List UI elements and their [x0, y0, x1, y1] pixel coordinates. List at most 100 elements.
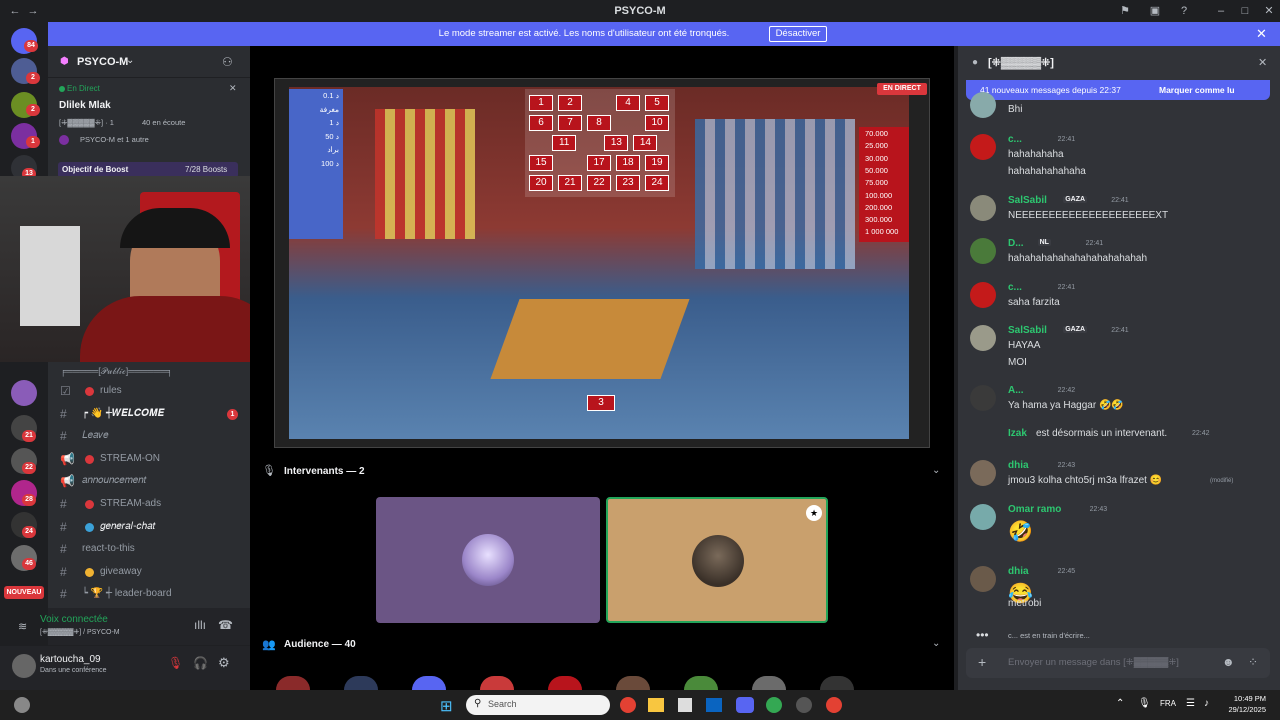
speaker-tile[interactable] [376, 497, 600, 623]
channel-item[interactable]: ☑ rules [60, 382, 240, 402]
chrome-icon[interactable] [620, 697, 636, 713]
chat-username[interactable]: c... [1008, 282, 1022, 293]
avatar[interactable] [970, 566, 996, 592]
avatar[interactable] [970, 460, 996, 486]
disconnect-icon[interactable]: ☎ [218, 618, 233, 632]
server-name: PSYCO-M [77, 56, 129, 68]
chat-username[interactable]: dhia [1008, 566, 1029, 577]
tray-chevron-icon[interactable]: ⌃ [1116, 698, 1124, 709]
collapse-icon[interactable]: ⌄ [932, 638, 940, 649]
mute-mic-icon[interactable]: 🎙 [168, 656, 183, 670]
close-chat-icon[interactable]: ✕ [1258, 56, 1267, 69]
minimize-icon[interactable]: – [1214, 4, 1228, 18]
clock-time[interactable]: 10:49 PM [1224, 694, 1266, 703]
message-input[interactable]: + Envoyer un message dans [⁜▓▓▓▓▓⁜] ☻ ⁘ [966, 648, 1270, 678]
avatar[interactable] [970, 92, 996, 118]
speaker-tile[interactable]: ★ [606, 497, 828, 623]
avatar[interactable] [12, 654, 36, 678]
language-indicator[interactable]: FRA [1160, 699, 1176, 708]
wifi-icon[interactable]: ☰ [1186, 698, 1195, 709]
help-icon[interactable]: ? [1177, 4, 1191, 18]
chat-username[interactable]: Omar ramo [1008, 504, 1061, 515]
chat-username[interactable]: c... [1008, 134, 1022, 145]
widgets-icon[interactable] [14, 697, 30, 713]
store-icon[interactable] [678, 698, 692, 712]
emoji-icon[interactable]: ☻ [1222, 655, 1235, 669]
channel-item[interactable]: # ┕ 🏆 ┽ leader-board [60, 585, 240, 605]
settings-gear-icon[interactable]: ⚙ [218, 655, 230, 671]
channel-label: rules [100, 385, 122, 396]
banner-message: Le mode streamer est activé. Les noms d'… [438, 28, 730, 39]
avatar[interactable] [970, 504, 996, 530]
chat-username[interactable]: Izak [1008, 428, 1027, 439]
inbox-icon[interactable]: ⚑ [1118, 4, 1132, 18]
chat-username[interactable]: dhia [1008, 460, 1029, 471]
channel-item[interactable]: # react-to-this [60, 540, 240, 560]
avatar[interactable] [970, 238, 996, 264]
stream-video[interactable]: EN DIRECT 3 1 2 4 5 6 7 8 10 11 13 14 15 17 18 19 20 21 2… [274, 78, 930, 448]
volume-icon[interactable]: ♪ [1204, 698, 1209, 709]
avatar[interactable] [970, 134, 996, 160]
chat-username[interactable]: SalSabil [1008, 195, 1047, 206]
channel-item[interactable]: # STREAM-ads [60, 495, 240, 515]
new-badge[interactable]: NOUVEAU [4, 586, 44, 599]
search-box[interactable]: ⚲ Search [466, 695, 610, 715]
right-prize: 70.000 [865, 129, 888, 138]
channel-item[interactable]: # giveaway [60, 563, 240, 583]
apps-icon[interactable]: ⁘ [1248, 655, 1258, 669]
avatar[interactable] [970, 325, 996, 351]
message-text: 🤣 [1008, 521, 1033, 543]
screen-icon[interactable]: ▣ [1148, 4, 1162, 18]
timestamp: 22:41 [1111, 197, 1129, 204]
close-icon[interactable]: ✕ [229, 83, 237, 94]
boost-icon: ⬢ [60, 56, 69, 67]
disable-streamer-button[interactable]: Désactiver [769, 26, 827, 42]
channel-item[interactable]: # ┍ 👋 ┽𝑾𝑬𝑳𝑪𝑶𝑴𝑬 1 [60, 405, 240, 425]
close-banner-icon[interactable]: ✕ [1256, 26, 1267, 42]
avatar[interactable] [970, 385, 996, 411]
channel-item[interactable]: # 𝐿𝑒𝑎𝑣𝑒 [60, 427, 240, 447]
chat-username[interactable]: SalSabil [1008, 325, 1047, 336]
live-stage-card[interactable]: En Direct ✕ Dlilek Mlak [⁜▓▓▓▓▓⁜] · 1 40… [48, 80, 250, 150]
discord-icon[interactable] [736, 697, 754, 713]
add-member-icon[interactable]: ⚇ [222, 55, 233, 69]
timestamp: 22:42 [1192, 430, 1210, 437]
channel-item[interactable]: 📢 𝑎𝑛𝑛𝑜𝑢𝑛𝑐𝑒𝑚𝑒𝑛𝑡 [60, 472, 240, 492]
add-attachment-icon[interactable]: + [978, 654, 986, 670]
chat-username[interactable]: A... [1008, 385, 1024, 396]
browser-icon[interactable] [766, 697, 782, 713]
announcement-icon: 📢 [60, 474, 75, 489]
server-badge: 21 [22, 430, 36, 442]
avatar[interactable] [970, 282, 996, 308]
maximize-icon[interactable]: □ [1238, 4, 1252, 18]
clock-date[interactable]: 29/12/2025 [1224, 705, 1266, 714]
right-prize: 1 000 000 [865, 227, 899, 237]
tray-mic-icon[interactable]: 🎙 [1138, 698, 1151, 709]
channel-emoji-icon [85, 500, 94, 509]
chat-message: SalSabil GAZA 22:41 NEEEEEEEEEEEEEEEEEEEEEX… [970, 193, 1270, 233]
chat-message: A... 22:42 Ya hama ya Haggar 🤣🤣 [970, 383, 1270, 423]
new-messages-bar[interactable]: 41 nouveaux messages depuis 22:37 Marque… [966, 80, 1270, 100]
file-explorer-icon[interactable] [648, 698, 664, 712]
right-prize: 200.000 [865, 202, 893, 212]
channel-item[interactable]: # 𝑔𝑒𝑛𝑒𝑟𝑎𝑙-𝑐ℎ𝑎𝑡 [60, 518, 240, 538]
board-number: 23 [616, 175, 640, 191]
mark-read-button[interactable]: Marquer comme lu [1159, 85, 1235, 95]
server-icon[interactable] [11, 380, 37, 406]
chrome-icon[interactable] [826, 697, 842, 713]
stage-title: Dlilek Mlak [59, 100, 111, 111]
channel-label: react-to-this [82, 543, 135, 555]
noise-icon[interactable]: ıllı [194, 618, 206, 632]
app-icon[interactable] [796, 697, 812, 713]
channel-item[interactable]: 📢 STREAM-ON [60, 450, 240, 470]
collapse-icon[interactable]: ⌄ [932, 465, 940, 476]
avatar[interactable] [970, 195, 996, 221]
server-header[interactable]: ⬢ PSYCO-M ⌄ ⚇ [48, 46, 250, 78]
chat-username[interactable]: D... [1008, 238, 1024, 249]
headphones-icon[interactable]: 🎧 [193, 656, 208, 670]
app-icon[interactable] [706, 698, 722, 712]
channel-category[interactable]: ╒═════[𝒫𝓊𝒷𝓁𝒾𝒸]══════╕ [60, 366, 173, 377]
close-window-icon[interactable]: ✕ [1262, 4, 1276, 18]
board-number: 20 [529, 175, 553, 191]
windows-start-icon[interactable]: ⊞ [440, 697, 453, 715]
